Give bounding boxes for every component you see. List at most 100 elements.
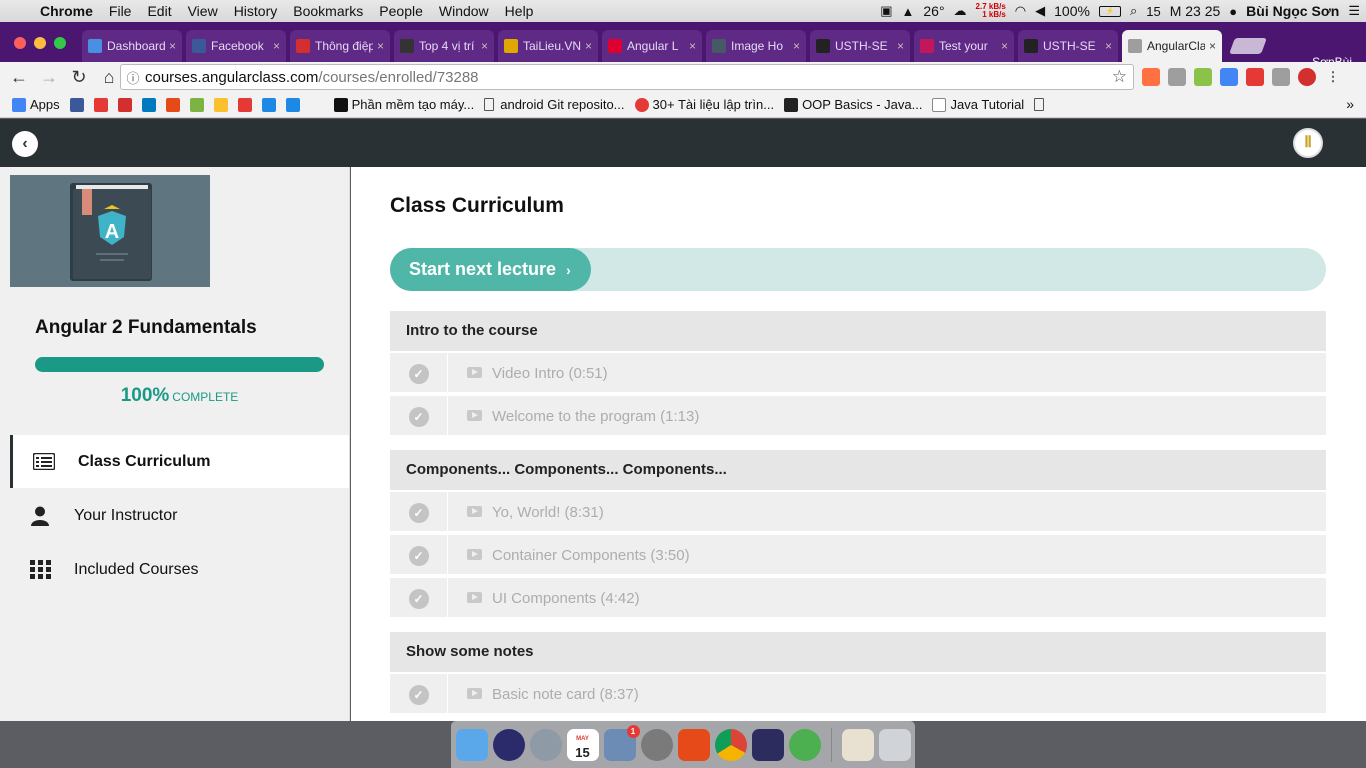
extension-fire-icon[interactable] — [1142, 68, 1160, 86]
tab-tailieu-vn[interactable]: TaiLieu.VN × — [498, 30, 598, 62]
tab-th-ng-i-p[interactable]: Thông điệp × — [290, 30, 390, 62]
menu-edit[interactable]: Edit — [139, 3, 179, 19]
close-tab-icon[interactable]: × — [897, 39, 904, 53]
minimize-window-button[interactable] — [34, 37, 46, 49]
close-tab-icon[interactable]: × — [377, 39, 384, 53]
reload-icon[interactable]: ↻ — [64, 67, 94, 88]
close-tab-icon[interactable]: × — [1105, 39, 1112, 53]
menu-people[interactable]: People — [371, 3, 431, 19]
back-chevron-icon[interactable]: ‹ — [12, 131, 38, 157]
bookmark-b[interactable] — [309, 97, 324, 112]
sidebar-item-class-curriculum[interactable]: Class Curriculum — [10, 435, 349, 488]
bookmark-v[interactable] — [237, 97, 252, 112]
drive-icon[interactable]: ▲ — [902, 4, 915, 19]
siri-icon[interactable] — [492, 728, 525, 761]
bookmark-oop[interactable]: OOP Basics - Java... — [784, 97, 922, 112]
back-arrow-icon[interactable]: ← — [4, 67, 34, 88]
tab-angular-l[interactable]: Angular L × — [602, 30, 702, 62]
extension-ov-icon[interactable] — [1246, 68, 1264, 86]
clock[interactable]: M 23 25 — [1170, 3, 1221, 19]
finder-icon[interactable] — [455, 728, 488, 761]
bookmark-facebook[interactable] — [69, 97, 84, 112]
close-tab-icon[interactable]: × — [273, 39, 280, 53]
vscode-icon[interactable] — [751, 728, 784, 761]
more-bookmarks-icon[interactable]: » — [1346, 96, 1354, 112]
bookmark-youtube[interactable] — [93, 97, 108, 112]
extension-printer-icon[interactable] — [1168, 68, 1186, 86]
lecture-row[interactable]: ✓ Welcome to the program (1:13) — [390, 396, 1326, 437]
close-tab-icon[interactable]: × — [169, 39, 176, 53]
info-icon[interactable]: ⓘ — [121, 68, 145, 87]
search-icon[interactable]: ⌕ — [1130, 3, 1137, 19]
close-window-button[interactable] — [14, 37, 26, 49]
tab-top-4-v-tr[interactable]: Top 4 vị trí × — [394, 30, 494, 62]
volume-icon[interactable]: ◀ — [1035, 3, 1045, 19]
menu-bookmarks[interactable]: Bookmarks — [285, 3, 371, 19]
bookmark-android[interactable] — [189, 97, 204, 112]
avatar[interactable]: Ⅱ — [1293, 128, 1323, 158]
menu-window[interactable]: Window — [431, 3, 497, 19]
menu-history[interactable]: History — [226, 3, 286, 19]
extension-adblock-icon[interactable] — [1298, 68, 1316, 86]
battery-icon[interactable]: ⚡ — [1098, 5, 1121, 17]
bookmark-tools[interactable] — [213, 97, 228, 112]
extension-translate-icon[interactable] — [1220, 68, 1238, 86]
chrome-menu-icon[interactable]: ⋮ — [1324, 68, 1342, 86]
calendar-icon[interactable]: 15 — [1146, 4, 1160, 19]
wifi-icon[interactable]: ◠ — [1015, 3, 1026, 19]
close-tab-icon[interactable]: × — [585, 39, 592, 53]
downloads-stack-icon[interactable] — [841, 728, 874, 761]
chrome-app-icon[interactable] — [714, 728, 747, 761]
notification-center-icon[interactable]: ☰ — [1348, 3, 1360, 19]
bookmark-gmail[interactable] — [117, 97, 132, 112]
close-tab-icon[interactable]: × — [1001, 39, 1008, 53]
bookmark-star-icon[interactable]: ☆ — [1112, 67, 1127, 87]
bookmark-phan-mem[interactable]: Phần mềm tạo máy... — [333, 97, 474, 112]
extension-mail-icon[interactable] — [1272, 68, 1290, 86]
close-tab-icon[interactable]: × — [793, 39, 800, 53]
tab-facebook[interactable]: Facebook × — [186, 30, 286, 62]
tab-image-ho[interactable]: Image Ho × — [706, 30, 806, 62]
mail-app-icon[interactable]: 1 — [603, 724, 640, 761]
bookmark-page[interactable] — [1034, 98, 1050, 111]
tab-angularclass[interactable]: AngularClass × — [1122, 30, 1222, 62]
tab-test-your[interactable]: Test your × — [914, 30, 1014, 62]
weather-temp[interactable]: 26° — [923, 3, 944, 19]
sidebar-item-included-courses[interactable]: Included Courses — [10, 543, 349, 596]
bookmark-star[interactable] — [165, 97, 180, 112]
menu-chrome[interactable]: Chrome — [32, 3, 101, 19]
system-preferences-icon[interactable] — [640, 728, 673, 761]
tab-usth-se[interactable]: USTH-SE × — [1018, 30, 1118, 62]
menu-view[interactable]: View — [180, 3, 226, 19]
lecture-row[interactable]: ✓ Container Components (3:50) — [390, 535, 1326, 576]
bookmark-calendar[interactable] — [285, 97, 300, 112]
bookmark-mail[interactable] — [261, 97, 276, 112]
close-tab-icon[interactable]: × — [481, 39, 488, 53]
tab-dashboard[interactable]: Dashboard × — [82, 30, 182, 62]
lecture-row[interactable]: ✓ Video Intro (0:51) — [390, 353, 1326, 394]
calendar-app-icon[interactable]: MAY 15 — [566, 728, 599, 761]
lecture-row[interactable]: ✓ UI Components (4:42) — [390, 578, 1326, 619]
bookmark-apps[interactable]: Apps — [12, 97, 60, 112]
menu-file[interactable]: File — [101, 3, 140, 19]
lecture-row[interactable]: ✓ Basic note card (8:37) — [390, 674, 1326, 715]
screen-icon[interactable]: ▣ — [880, 3, 892, 19]
siri-icon[interactable]: ● — [1229, 4, 1237, 19]
new-tab-button[interactable] — [1229, 38, 1267, 54]
start-next-lecture-button[interactable]: Start next lecture › — [390, 248, 591, 291]
bookmark-android-git[interactable]: android Git reposito... — [484, 97, 625, 112]
bookmark-java[interactable]: Java Tutorial — [932, 97, 1024, 112]
lecture-row[interactable]: ✓ Yo, World! (8:31) — [390, 492, 1326, 533]
user-name[interactable]: Bùi Ngọc Sơn — [1246, 3, 1339, 19]
address-bar[interactable]: ⓘ courses.angularclass.com/courses/enrol… — [120, 64, 1134, 90]
trash-icon[interactable] — [878, 728, 911, 761]
utorrent-icon[interactable] — [788, 728, 821, 761]
zoom-window-button[interactable] — [54, 37, 66, 49]
close-tab-icon[interactable]: × — [1209, 39, 1216, 53]
sidebar-item-your-instructor[interactable]: Your Instructor — [10, 489, 349, 542]
forward-arrow-icon[interactable]: → — [34, 67, 64, 88]
tab-usth-se[interactable]: USTH-SE × — [810, 30, 910, 62]
launchpad-icon[interactable] — [529, 728, 562, 761]
battery-percent[interactable]: 100% — [1054, 3, 1090, 19]
extension-drive-icon[interactable] — [1194, 68, 1212, 86]
